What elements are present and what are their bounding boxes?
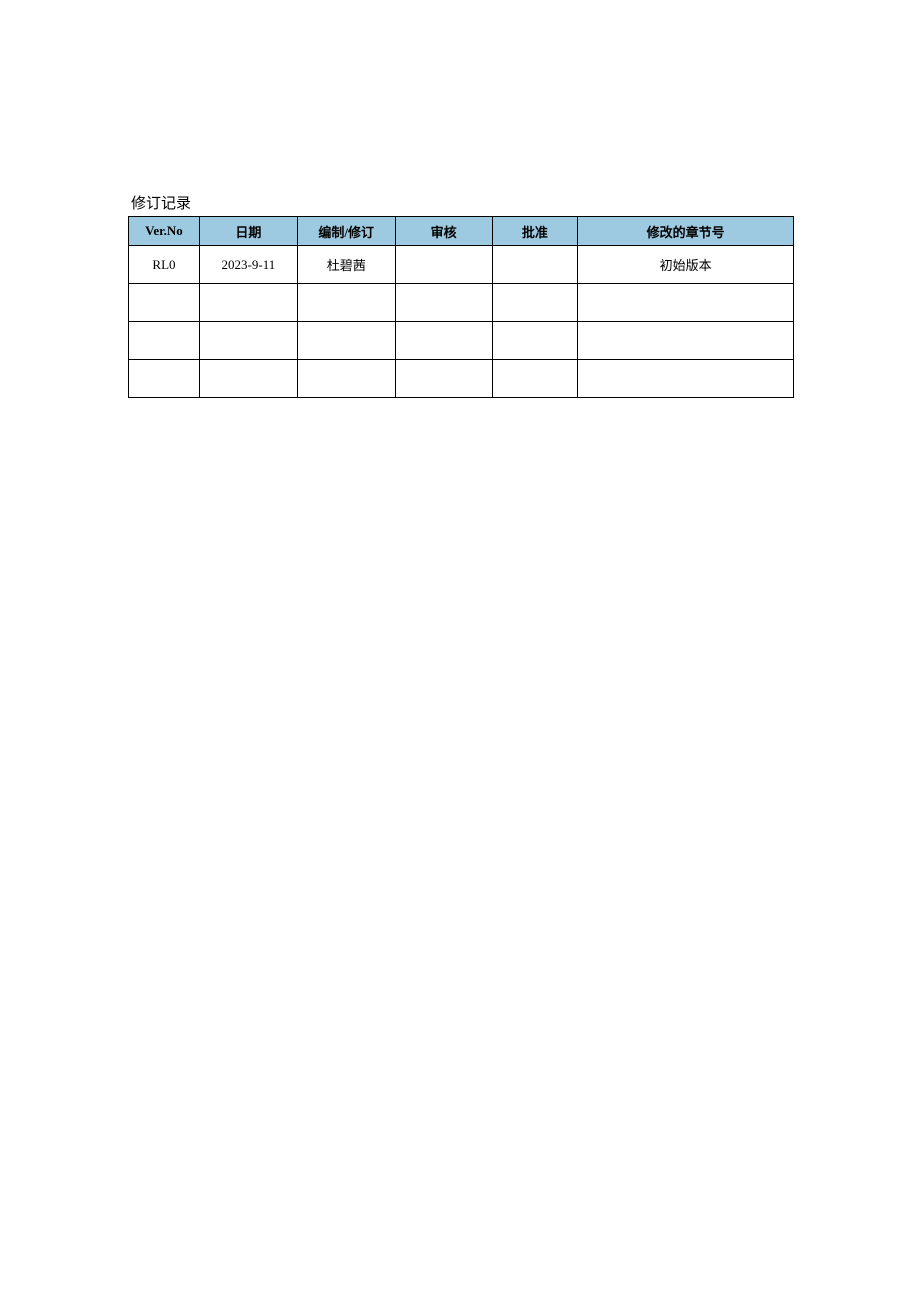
cell-approve (492, 284, 578, 322)
cell-author: 杜碧茜 (297, 246, 395, 284)
table-row: RL0 2023-9-11 杜碧茜 初始版本 (129, 246, 794, 284)
cell-approve (492, 246, 578, 284)
revision-table: Ver.No 日期 编制/修订 审核 批准 修改的章节号 RL0 2023-9-… (128, 216, 794, 398)
table-header-row: Ver.No 日期 编制/修订 审核 批准 修改的章节号 (129, 217, 794, 246)
cell-verno: RL0 (129, 246, 200, 284)
cell-author (297, 284, 395, 322)
header-review: 审核 (395, 217, 492, 246)
cell-chapter (578, 284, 794, 322)
header-approve: 批准 (492, 217, 578, 246)
table-row (129, 360, 794, 398)
cell-author (297, 322, 395, 360)
cell-chapter (578, 322, 794, 360)
cell-date (199, 284, 297, 322)
cell-date (199, 360, 297, 398)
cell-date: 2023-9-11 (199, 246, 297, 284)
cell-verno (129, 322, 200, 360)
cell-author (297, 360, 395, 398)
cell-review (395, 284, 492, 322)
header-verno: Ver.No (129, 217, 200, 246)
table-row (129, 322, 794, 360)
cell-verno (129, 360, 200, 398)
document-content: 修订记录 Ver.No 日期 编制/修订 审核 批准 修改的章节号 RL0 20… (128, 192, 794, 398)
cell-chapter (578, 360, 794, 398)
cell-review (395, 360, 492, 398)
cell-approve (492, 360, 578, 398)
cell-verno (129, 284, 200, 322)
cell-review (395, 246, 492, 284)
table-title: 修订记录 (131, 192, 794, 213)
header-date: 日期 (199, 217, 297, 246)
header-chapter: 修改的章节号 (578, 217, 794, 246)
table-row (129, 284, 794, 322)
cell-chapter: 初始版本 (578, 246, 794, 284)
cell-review (395, 322, 492, 360)
header-author: 编制/修订 (297, 217, 395, 246)
cell-approve (492, 322, 578, 360)
cell-date (199, 322, 297, 360)
